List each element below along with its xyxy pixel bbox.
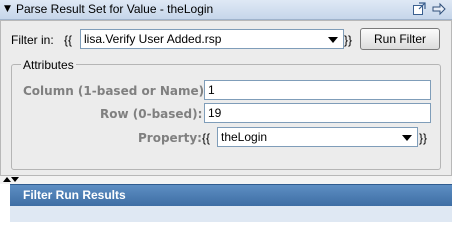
- column-input[interactable]: 1: [204, 80, 431, 100]
- row-value: 19: [208, 106, 222, 120]
- run-filter-button[interactable]: Run Filter: [360, 28, 440, 50]
- filter-open-brace: {{: [64, 33, 73, 47]
- collapse-triangle-icon[interactable]: ▼: [4, 4, 11, 14]
- filter-in-label: Filter in:: [11, 33, 54, 47]
- collapse-up-icon[interactable]: [3, 177, 11, 182]
- panel-title-bar: ▼ Parse Result Set for Value - theLogin: [0, 0, 452, 20]
- filter-run-results-title: Filter Run Results: [23, 188, 126, 202]
- attributes-title: Attributes: [21, 58, 76, 72]
- panel-title: Parse Result Set for Value - theLogin: [16, 2, 214, 16]
- property-label: Property:: [138, 131, 202, 145]
- filter-run-results-body: [10, 206, 452, 222]
- filter-source-combo[interactable]: lisa.Verify User Added.rsp: [80, 29, 344, 49]
- splitter-bar[interactable]: [0, 176, 452, 184]
- dock-window-icon[interactable]: [412, 2, 426, 16]
- property-combo[interactable]: theLogin: [217, 127, 418, 147]
- row-label: Row (0-based):: [100, 107, 203, 121]
- chevron-down-icon[interactable]: [402, 135, 412, 141]
- property-value: theLogin: [221, 130, 268, 144]
- expand-down-icon[interactable]: [11, 177, 19, 182]
- property-close-brace: }}: [419, 131, 428, 145]
- filter-run-results-header[interactable]: Filter Run Results: [10, 184, 452, 206]
- column-label: Column (1-based or Name):: [23, 84, 209, 98]
- property-open-brace: {{: [202, 131, 211, 145]
- row-input[interactable]: 19: [204, 103, 431, 123]
- forward-arrow-icon[interactable]: [432, 2, 446, 16]
- chevron-down-icon[interactable]: [328, 37, 338, 43]
- column-value: 1: [208, 83, 215, 97]
- filter-source-value: lisa.Verify User Added.rsp: [84, 32, 222, 46]
- filter-close-brace: }}: [344, 33, 353, 47]
